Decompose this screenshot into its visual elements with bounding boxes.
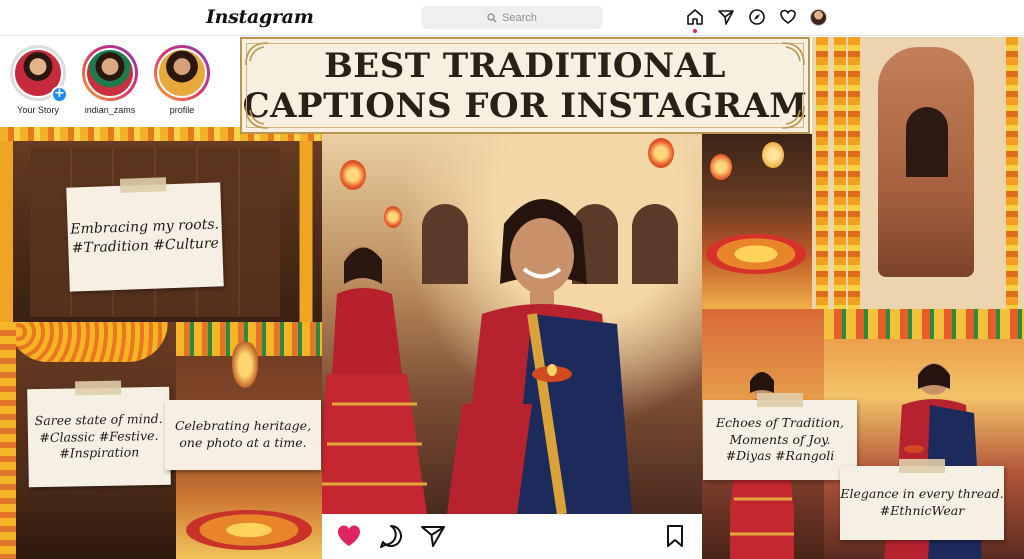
banner-title-line-1: BEST TRADITIONAL — [324, 45, 726, 86]
caption-note: Saree state of mind. #Classic #Festive. … — [27, 380, 171, 488]
home-active-dot — [693, 29, 697, 33]
story-ring — [154, 45, 210, 101]
stories-tray: + Your Story indian_zams profile — [0, 37, 240, 127]
caption-text: Embracing my roots. #Tradition #Culture — [70, 216, 220, 257]
corner-flourish-icon — [245, 105, 269, 129]
rangoli-plate — [186, 510, 312, 550]
tape-strip — [757, 393, 803, 407]
corner-flourish-icon — [781, 105, 805, 129]
instagram-logo[interactable]: Instagram — [206, 6, 314, 28]
photo-jharokha-window[interactable] — [812, 37, 1024, 309]
lantern — [762, 142, 784, 168]
bookmark-icon[interactable] — [662, 523, 688, 549]
search-placeholder: Search — [502, 11, 537, 24]
caption-text: Elegance in every thread. #EthnicWear — [840, 486, 1004, 518]
story-avatar — [157, 48, 207, 98]
story-ring — [82, 45, 138, 101]
caption-note: Embracing my roots. #Tradition #Culture — [66, 177, 224, 292]
profile-avatar[interactable] — [810, 9, 827, 26]
marigold-garland — [816, 37, 828, 309]
lantern — [648, 138, 674, 168]
tape-strip — [899, 459, 945, 473]
caption-note: Celebrating heritage, one photo at a tim… — [165, 400, 321, 470]
tape-strip — [119, 177, 167, 193]
story-your-story[interactable]: + Your Story — [8, 45, 68, 115]
search-input[interactable]: Search — [421, 6, 603, 29]
explore-icon[interactable] — [748, 8, 766, 26]
caption-text: Saree state of mind. #Classic #Festive. … — [34, 410, 163, 462]
share-icon[interactable] — [420, 523, 446, 549]
comment-icon[interactable] — [378, 523, 404, 549]
top-nav-bar: Instagram Search — [0, 0, 1024, 36]
woman-blue-saree — [447, 199, 632, 514]
story-ring: + — [10, 45, 68, 103]
story-name: indian_zams — [84, 105, 136, 115]
story-profile[interactable]: profile — [152, 45, 212, 115]
caption-text: Celebrating heritage, one photo at a tim… — [174, 418, 312, 450]
like-heart-icon[interactable] — [336, 523, 362, 549]
rangoli-plate — [706, 234, 806, 274]
photo-diya-offering[interactable] — [702, 134, 812, 309]
lantern — [340, 160, 366, 190]
send-icon[interactable] — [717, 8, 735, 26]
marigold-garland — [0, 322, 16, 559]
hanging-lamp — [232, 342, 258, 388]
search-icon — [487, 12, 497, 22]
story-avatar — [85, 48, 135, 98]
home-icon[interactable] — [686, 8, 704, 26]
marigold-garland — [8, 322, 168, 362]
marigold-garland — [834, 37, 846, 309]
story-name: profile — [169, 105, 195, 115]
lantern — [710, 154, 732, 180]
tape-strip — [75, 380, 122, 396]
woman-red-lehenga — [322, 246, 427, 514]
story-name: Your Story — [17, 105, 59, 115]
caption-note: Echoes of Tradition, Moments of Joy. #Di… — [703, 393, 857, 480]
post-action-bar — [322, 514, 702, 559]
caption-note: Elegance in every thread. #EthnicWear — [840, 459, 1004, 540]
balcony-opening — [906, 107, 948, 177]
corner-flourish-icon — [781, 42, 805, 66]
heart-icon[interactable] — [779, 8, 797, 26]
corner-flourish-icon — [245, 42, 269, 66]
add-story-icon[interactable]: + — [51, 86, 68, 103]
festive-drape — [824, 309, 1024, 339]
banner-title-line-2: CAPTIONS FOR INSTAGRAM — [242, 85, 808, 126]
caption-text: Echoes of Tradition, Moments of Joy. #Di… — [716, 414, 844, 464]
story-indian-zams[interactable]: indian_zams — [80, 45, 140, 115]
marigold-garland — [848, 37, 860, 309]
marigold-garland — [1006, 37, 1018, 309]
photo-main-courtyard[interactable] — [322, 134, 702, 514]
title-banner: BEST TRADITIONAL CAPTIONS FOR INSTAGRAM — [240, 37, 810, 134]
